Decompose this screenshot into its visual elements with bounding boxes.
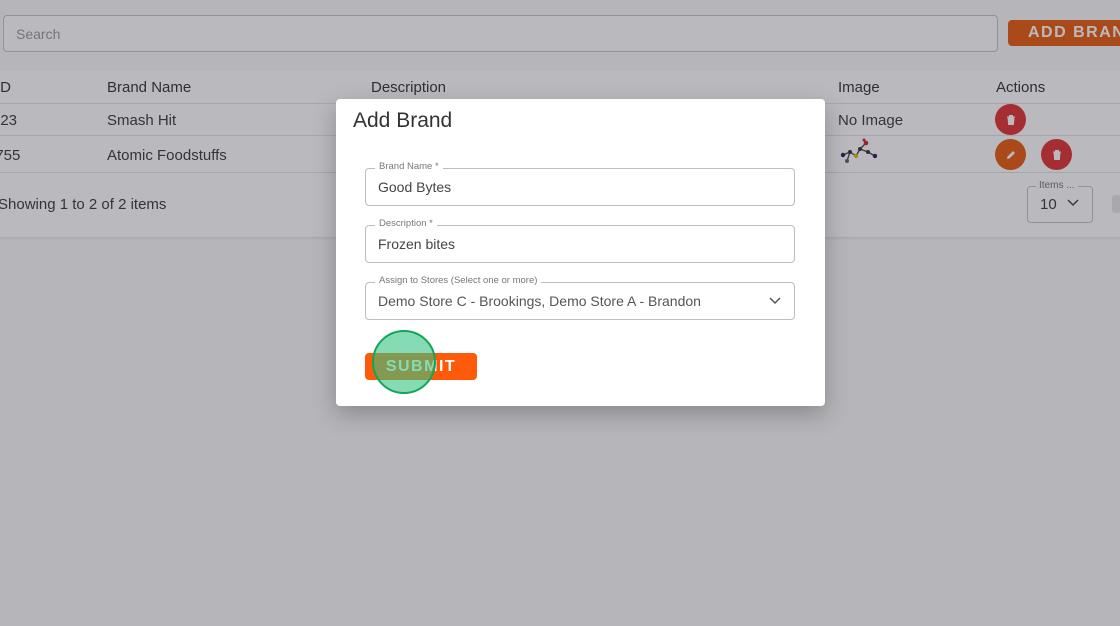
stores-label: Assign to Stores (Select one or more) (375, 275, 542, 286)
dialog-title: Add Brand (353, 109, 453, 132)
brand-name-label: Brand Name * (375, 161, 443, 172)
stores-select[interactable]: Assign to Stores (Select one or more) De… (365, 275, 795, 320)
click-indicator (372, 330, 436, 394)
chevron-down-icon (769, 297, 781, 305)
description-field: Description * (365, 218, 795, 263)
stores-selected-value: Demo Store C - Brookings, Demo Store A -… (378, 293, 701, 309)
description-input[interactable] (366, 226, 794, 262)
description-label: Description * (375, 218, 437, 229)
brand-name-field: Brand Name * (365, 161, 795, 206)
brand-name-input[interactable] (366, 169, 794, 205)
